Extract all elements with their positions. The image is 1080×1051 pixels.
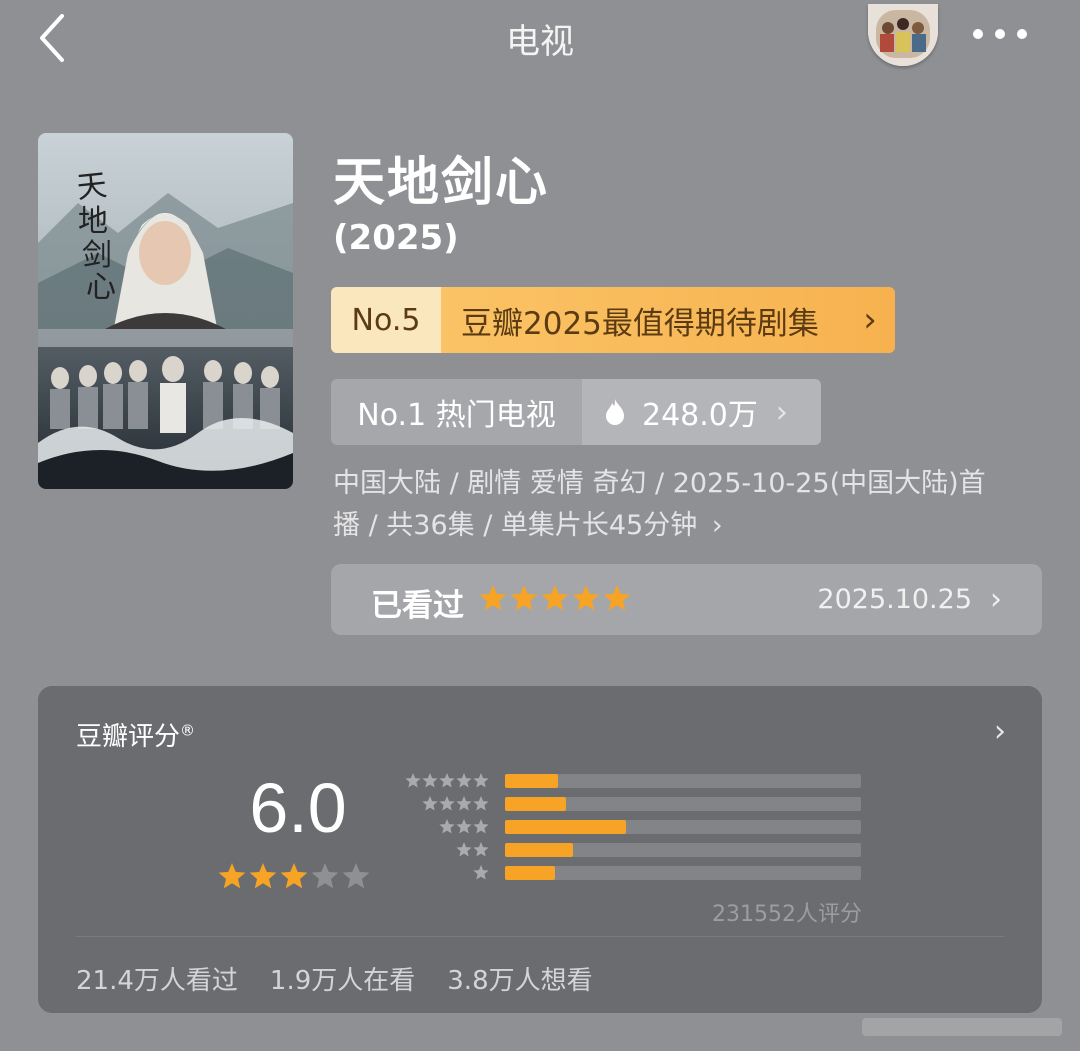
chevron-right-icon: › bbox=[990, 582, 1002, 617]
ranking-number: No.5 bbox=[331, 287, 441, 353]
distribution-stars bbox=[473, 864, 489, 884]
show-poster[interactable]: 天 地 剑 心 bbox=[38, 133, 293, 489]
star-filled-icon bbox=[405, 773, 421, 788]
watched-status-card[interactable]: 已看过 2025.10.25 › bbox=[331, 564, 1042, 635]
svg-text:地: 地 bbox=[78, 204, 108, 239]
distribution-stars-svg bbox=[405, 773, 489, 788]
star-filled-icon bbox=[473, 796, 489, 811]
show-title: 天地剑心 bbox=[333, 153, 550, 213]
star-filled-icon bbox=[456, 819, 472, 834]
star-filled-icon bbox=[456, 796, 472, 811]
douban-rating-card[interactable]: 豆瓣评分® › 6.0 231552人评分 21.4万人看过 1.9万人在看 3… bbox=[38, 686, 1042, 1013]
distribution-stars-svg bbox=[439, 819, 489, 834]
ranking-label: 豆瓣2025最值得期待剧集 bbox=[461, 305, 819, 342]
distribution-bar bbox=[505, 797, 566, 811]
chevron-right-icon: › bbox=[775, 394, 788, 430]
poster-image: 天 地 剑 心 bbox=[38, 133, 293, 489]
watch-stats: 21.4万人看过 1.9万人在看 3.8万人想看 bbox=[76, 960, 593, 997]
more-options-icon[interactable] bbox=[970, 22, 1030, 46]
rating-count: 231552人评分 bbox=[712, 902, 862, 927]
star-filled-icon bbox=[422, 773, 438, 788]
stat-watching: 1.9万人在看 bbox=[269, 966, 416, 996]
hot-count-area: 248.0万 › bbox=[582, 379, 821, 445]
hot-rank-label: No.1 热门电视 bbox=[331, 379, 582, 445]
star-filled-icon bbox=[473, 842, 489, 857]
distribution-stars bbox=[405, 772, 489, 792]
star-filled-icon bbox=[218, 863, 246, 889]
distribution-bar bbox=[505, 820, 627, 834]
svg-text:天: 天 bbox=[75, 168, 108, 206]
distribution-bar bbox=[505, 843, 573, 857]
rating-stars bbox=[218, 862, 370, 894]
distribution-stars bbox=[422, 795, 489, 815]
rating-card-title: 豆瓣评分® bbox=[76, 716, 195, 753]
distribution-bar bbox=[505, 866, 555, 880]
distribution-track bbox=[505, 866, 861, 880]
star-filled-icon bbox=[456, 773, 472, 788]
stat-want-to-watch: 3.8万人想看 bbox=[447, 966, 593, 996]
user-rating-stars bbox=[479, 584, 631, 616]
distribution-stars-svg bbox=[456, 842, 489, 857]
svg-text:心: 心 bbox=[86, 270, 116, 305]
star-filled-icon bbox=[422, 796, 438, 811]
chevron-right-icon: › bbox=[711, 510, 723, 541]
star-filled-icon bbox=[249, 863, 277, 889]
watched-date: 2025.10.25 bbox=[817, 584, 972, 615]
star-filled-icon bbox=[603, 585, 631, 611]
watched-label: 已看过 bbox=[371, 588, 464, 624]
star-filled-icon bbox=[280, 863, 308, 889]
meta-line-2: 播 / 共36集 / 单集片长45分钟 bbox=[333, 510, 698, 541]
distribution-bar bbox=[505, 774, 559, 788]
show-metadata[interactable]: 中国大陆 / 剧情 爱情 奇幻 / 2025-10-25(中国大陆)首 播 / … bbox=[333, 463, 1033, 547]
star-filled-icon bbox=[439, 773, 455, 788]
star-filled-icon bbox=[439, 819, 455, 834]
star-filled-icon bbox=[572, 585, 600, 611]
rating-title-text: 豆瓣评分 bbox=[76, 722, 181, 752]
divider bbox=[76, 936, 1004, 937]
distribution-row-1 bbox=[402, 862, 862, 885]
stat-watched: 21.4万人看过 bbox=[76, 966, 238, 996]
star-filled-icon bbox=[510, 585, 538, 611]
star-filled-icon bbox=[479, 585, 507, 611]
hot-tv-ranking[interactable]: No.1 热门电视 248.0万 › bbox=[331, 379, 821, 445]
distribution-row-5 bbox=[402, 770, 862, 793]
distribution-track bbox=[505, 774, 861, 788]
star-filled-icon bbox=[456, 842, 472, 857]
star-filled-icon bbox=[473, 773, 489, 788]
score-stars-svg bbox=[218, 863, 370, 889]
distribution-stars bbox=[456, 841, 489, 861]
hot-count: 248.0万 bbox=[642, 398, 758, 433]
distribution-track bbox=[505, 843, 861, 857]
ranking-banner[interactable]: No.5 豆瓣2025最值得期待剧集 › bbox=[331, 287, 895, 353]
rating-distribution bbox=[402, 770, 862, 885]
star-empty-icon bbox=[342, 863, 370, 889]
chevron-right-icon[interactable]: › bbox=[994, 714, 1006, 749]
star-filled-icon bbox=[541, 585, 569, 611]
registered-mark: ® bbox=[180, 721, 196, 740]
fire-icon bbox=[606, 399, 624, 425]
star-filled-icon bbox=[473, 819, 489, 834]
distribution-track bbox=[505, 820, 861, 834]
show-year: (2025) bbox=[333, 218, 459, 258]
svg-text:剑: 剑 bbox=[82, 238, 112, 273]
distribution-stars-svg bbox=[422, 796, 489, 811]
distribution-row-3 bbox=[402, 816, 862, 839]
distribution-row-4 bbox=[402, 793, 862, 816]
watermark bbox=[862, 1018, 1062, 1036]
star-filled-icon bbox=[439, 796, 455, 811]
distribution-stars bbox=[439, 818, 489, 838]
star-filled-icon bbox=[473, 865, 489, 880]
rating-score: 6.0 bbox=[249, 769, 347, 847]
distribution-stars-svg bbox=[473, 865, 489, 880]
user-stars-svg bbox=[479, 585, 631, 611]
distribution-track bbox=[505, 797, 861, 811]
meta-line-1: 中国大陆 / 剧情 爱情 奇幻 / 2025-10-25(中国大陆)首 bbox=[333, 468, 986, 499]
distribution-row-2 bbox=[402, 839, 862, 862]
chevron-right-icon: › bbox=[863, 300, 877, 340]
star-empty-icon bbox=[311, 863, 339, 889]
